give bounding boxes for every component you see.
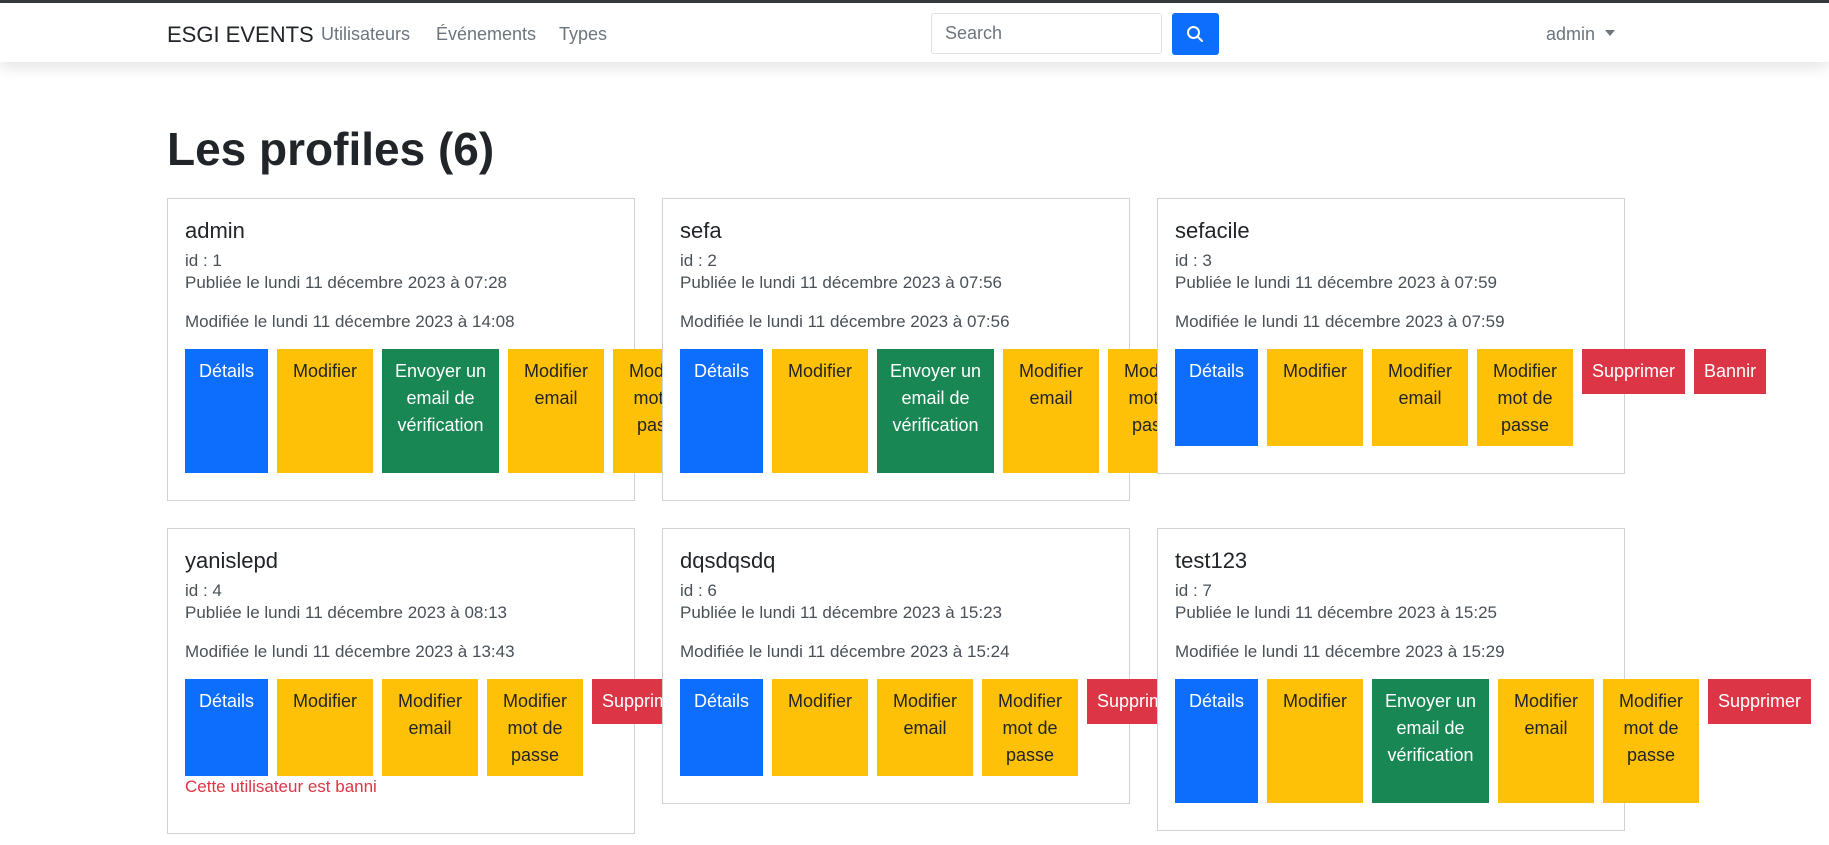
- profile-card: test123 id : 7 Publiée le lundi 11 décem…: [1157, 528, 1812, 831]
- banned-notice: Cette utilisateur est banni: [185, 777, 377, 796]
- details-button[interactable]: Détails: [185, 349, 268, 473]
- profile-actions: Détails Modifier Modifier emailModifier mo…: [185, 679, 704, 776]
- edit-email-button[interactable]: Modifier email: [382, 679, 478, 776]
- profile-modified-date: Modifiée le lundi 11 décembre 2023 à 15:…: [1175, 642, 1505, 661]
- profile-actions: Détails Modifier Envoyer un email de vérif…: [185, 349, 718, 473]
- caret-down-icon: [1605, 30, 1616, 37]
- profile-id: id : 6: [680, 581, 717, 600]
- profile-id: id : 1: [185, 251, 222, 270]
- edit-email-button[interactable]: Modifier email: [877, 679, 973, 776]
- profile-actions: Détails Modifier Modifier emailModifier mo…: [1175, 349, 1775, 446]
- details-button[interactable]: Détails: [1175, 679, 1258, 803]
- edit-button[interactable]: Modifier: [772, 349, 868, 473]
- navbar: ESGI EVENTS Utilisateurs Événements Type…: [0, 3, 1829, 62]
- profile-actions: Détails Modifier Modifier emailModifier mo…: [680, 679, 1199, 776]
- profile-actions: Détails Modifier Envoyer un email de vérif…: [680, 349, 1213, 473]
- profile-actions: Détails Modifier Envoyer un email de vérif…: [1175, 679, 1820, 803]
- edit-button[interactable]: Modifier: [277, 679, 373, 776]
- send-verification-email-button[interactable]: Envoyer un email de vérification: [382, 349, 499, 473]
- profile-username: admin: [185, 218, 245, 243]
- profile-modified-date: Modifiée le lundi 11 décembre 2023 à 14:…: [185, 312, 515, 331]
- user-dropdown[interactable]: admin: [1546, 24, 1616, 45]
- profile-modified-date: Modifiée le lundi 11 décembre 2023 à 07:…: [1175, 312, 1505, 331]
- profile-username: test123: [1175, 548, 1248, 573]
- edit-password-button[interactable]: Modifier mot de passe: [1603, 679, 1699, 803]
- profile-card: yanislepd id : 4 Publiée le lundi 11 déc…: [167, 528, 696, 834]
- profile-published-date: Publiée le lundi 11 décembre 2023 à 08:1…: [185, 603, 507, 622]
- search-input[interactable]: [931, 13, 1162, 54]
- profile-modified-date: Modifiée le lundi 11 décembre 2023 à 15:…: [680, 642, 1010, 661]
- search-icon: [1187, 26, 1203, 42]
- profile-modified-date: Modifiée le lundi 11 décembre 2023 à 07:…: [680, 312, 1010, 331]
- profile-username: dqsdqsdq: [680, 548, 776, 573]
- profile-published-date: Publiée le lundi 11 décembre 2023 à 15:2…: [1175, 603, 1497, 622]
- profile-card: sefacile id : 3 Publiée le lundi 11 déce…: [1157, 198, 1767, 474]
- profile-modified-date: Modifiée le lundi 11 décembre 2023 à 13:…: [185, 642, 515, 661]
- delete-button[interactable]: Supprimer: [1582, 349, 1686, 394]
- user-name: admin: [1546, 24, 1596, 44]
- profile-published-date: Publiée le lundi 11 décembre 2023 à 07:2…: [185, 273, 507, 292]
- edit-email-button[interactable]: Modifier email: [508, 349, 604, 473]
- edit-password-button[interactable]: Modifier mot de passe: [1477, 349, 1573, 446]
- details-button[interactable]: Détails: [185, 679, 268, 776]
- edit-button[interactable]: Modifier: [1267, 679, 1363, 803]
- profile-published-date: Publiée le lundi 11 décembre 2023 à 07:5…: [680, 273, 1002, 292]
- profile-username: sefacile: [1175, 218, 1250, 243]
- send-verification-email-button[interactable]: Envoyer un email de vérification: [877, 349, 994, 473]
- details-button[interactable]: Détails: [1175, 349, 1258, 446]
- search-button[interactable]: [1172, 13, 1219, 55]
- send-verification-email-button[interactable]: Envoyer un email de vérification: [1372, 679, 1489, 803]
- edit-email-button[interactable]: Modifier email: [1498, 679, 1594, 803]
- brand-link[interactable]: ESGI EVENTS: [167, 22, 314, 48]
- profile-card: dqsdqsdq id : 6 Publiée le lundi 11 déce…: [662, 528, 1191, 804]
- details-button[interactable]: Détails: [680, 349, 763, 473]
- profile-card: sefa id : 2 Publiée le lundi 11 décembre…: [662, 198, 1204, 501]
- edit-email-button[interactable]: Modifier email: [1003, 349, 1099, 473]
- edit-button[interactable]: Modifier: [1267, 349, 1363, 446]
- details-button[interactable]: Détails: [680, 679, 763, 776]
- profile-card: admin id : 1 Publiée le lundi 11 décembr…: [167, 198, 709, 501]
- profile-username: yanislepd: [185, 548, 278, 573]
- delete-button[interactable]: Supprimer: [1708, 679, 1812, 724]
- edit-button[interactable]: Modifier: [772, 679, 868, 776]
- profile-id: id : 7: [1175, 581, 1212, 600]
- profile-username: sefa: [680, 218, 722, 243]
- edit-password-button[interactable]: Modifier mot de passe: [982, 679, 1078, 776]
- profile-id: id : 3: [1175, 251, 1212, 270]
- edit-button[interactable]: Modifier: [277, 349, 373, 473]
- nav-link-types[interactable]: Types: [559, 24, 607, 45]
- nav-link-evenements[interactable]: Événements: [436, 24, 536, 45]
- profile-published-date: Publiée le lundi 11 décembre 2023 à 07:5…: [1175, 273, 1497, 292]
- ban-button[interactable]: Bannir: [1694, 349, 1767, 394]
- edit-password-button[interactable]: Modifier mot de passe: [487, 679, 583, 776]
- profile-id: id : 2: [680, 251, 717, 270]
- profile-id: id : 4: [185, 581, 222, 600]
- nav-link-utilisateurs[interactable]: Utilisateurs: [321, 24, 410, 45]
- profile-published-date: Publiée le lundi 11 décembre 2023 à 15:2…: [680, 603, 1002, 622]
- page-title: Les profiles (6): [167, 123, 495, 175]
- edit-email-button[interactable]: Modifier email: [1372, 349, 1468, 446]
